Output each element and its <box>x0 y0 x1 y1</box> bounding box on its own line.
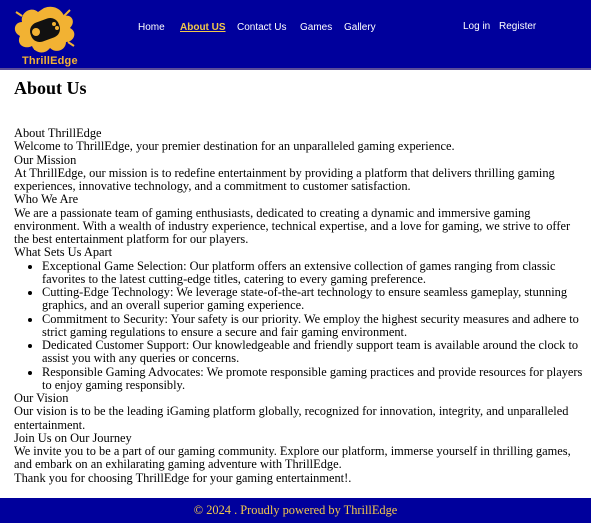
list-item: Responsible Gaming Advocates: We promote… <box>42 365 586 393</box>
nav-register-link[interactable]: Register <box>499 21 536 32</box>
about-content: About Us About ThrillEdge Welcome to Thr… <box>14 74 586 485</box>
gamepad-splash-logo-icon <box>14 6 75 53</box>
thanks-text: Thank you for choosing ThrillEdge for yo… <box>14 470 352 485</box>
join-heading: Join Us on Our Journey <box>14 430 132 445</box>
mission-text: At ThrillEdge, our mission is to redefin… <box>14 165 555 193</box>
welcome-text: Welcome to ThrillEdge, your premier dest… <box>14 139 455 154</box>
join-text: We invite you to be a part of our gaming… <box>14 444 571 472</box>
site-footer: © 2024 . Proudly powered by ThrillEdge <box>0 498 591 523</box>
site-header: ThrillEdge Home About US Contact Us Game… <box>0 0 591 70</box>
list-item: Commitment to Security: Your safety is o… <box>42 312 586 340</box>
features-list: Exceptional Game Selection: Our platform… <box>14 259 586 393</box>
brand-logo[interactable]: ThrillEdge <box>8 2 80 67</box>
vision-heading: Our Vision <box>14 391 69 405</box>
list-item: Exceptional Game Selection: Our platform… <box>42 259 586 287</box>
brand-name: ThrillEdge <box>22 55 78 67</box>
who-text: We are a passionate team of gaming enthu… <box>14 205 571 246</box>
nav-contact-link[interactable]: Contact Us <box>237 22 286 33</box>
section-about-heading: About ThrillEdge <box>14 126 102 140</box>
nav-home-link[interactable]: Home <box>138 22 165 33</box>
vision-text: Our vision is to be the leading iGaming … <box>14 404 569 432</box>
list-item: Dedicated Customer Support: Our knowledg… <box>42 338 586 366</box>
footer-text: © 2024 . Proudly powered by ThrillEdge <box>193 503 398 517</box>
list-item: Cutting-Edge Technology: We leverage sta… <box>42 285 586 313</box>
mission-heading: Our Mission <box>14 152 77 167</box>
nav-games-link[interactable]: Games <box>300 22 332 33</box>
nav-login-link[interactable]: Log in <box>463 21 490 32</box>
nav-gallery-link[interactable]: Gallery <box>344 22 376 33</box>
page-title: About Us <box>14 78 87 98</box>
who-heading: Who We Are <box>14 192 79 207</box>
nav-about-link[interactable]: About US <box>180 22 226 33</box>
sets-heading: What Sets Us Apart <box>14 245 113 260</box>
